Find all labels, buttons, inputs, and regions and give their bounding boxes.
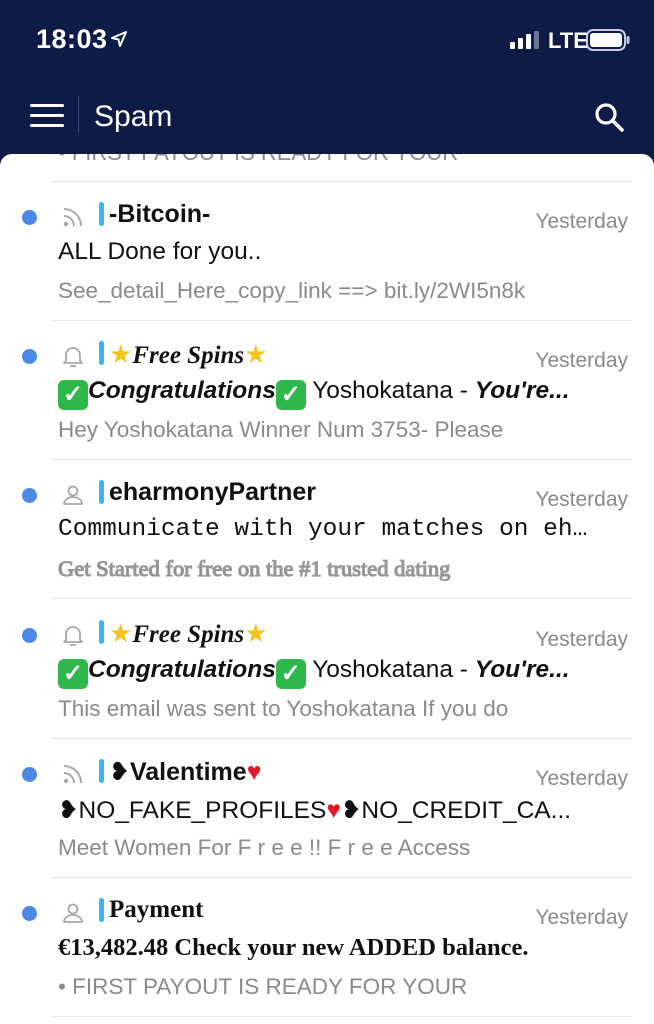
star-icon: ★ (244, 618, 268, 648)
email-subject: ALL Done for you.. (58, 238, 262, 265)
signal-bars-icon (510, 31, 539, 49)
heart-bullet-icon: ❥ (340, 797, 362, 824)
heart-bullet-icon: ❥ (109, 758, 130, 786)
email-row[interactable]: eharmonyPartner Yesterday Communicate wi… (0, 460, 654, 599)
sender-color-bar (99, 620, 104, 644)
star-icon: ★ (244, 339, 268, 369)
email-preview: Hey Yoshokatana Winner Num 3753- Please (58, 417, 504, 442)
unread-dot (22, 906, 37, 921)
email-subject: ✓ Congratulations ✓ Yoshokatana - You're..… (58, 656, 598, 689)
search-icon[interactable] (594, 102, 624, 132)
email-date: Yesterday (535, 349, 628, 372)
network-type: LTE (548, 28, 588, 53)
red-heart-icon: ♥ (326, 797, 341, 824)
email-date: Yesterday (535, 628, 628, 651)
email-row[interactable]: ❥Valentime♥ Yesterday ❥NO_FAKE_PROFILES♥… (0, 739, 654, 878)
unread-dot (22, 488, 37, 503)
sender-color-bar (99, 341, 104, 365)
star-icon: ★ (109, 618, 133, 648)
status-time: 18:03 (36, 24, 108, 54)
email-subject: €13,482.48 Check your new ADDED balance. (58, 934, 529, 961)
email-subject: Communicate with your matches on eharm..… (58, 516, 598, 543)
red-heart-icon: ♥ (246, 758, 262, 786)
email-subject: ✓ Congratulations ✓ Yoshokatana - You're..… (58, 377, 598, 410)
email-preview: This email was sent to Yoshokatana If yo… (58, 696, 509, 721)
divider (52, 598, 632, 599)
sender-color-bar (99, 898, 104, 922)
check-mark-icon: ✓ (275, 659, 306, 689)
unread-dot (22, 349, 37, 364)
email-row[interactable]: Payment Yesterday €13,482.48 Check your … (0, 878, 654, 1017)
email-row[interactable]: -Bitcoin- Yesterday ALL Done for you.. S… (0, 182, 654, 321)
bell-icon (63, 347, 83, 367)
email-list: • FIRST PAYOUT IS READY FOR YOUR -Bitcoi… (0, 154, 654, 1024)
heart-bullet-icon: ❥ (58, 797, 79, 824)
unread-dot (22, 767, 37, 782)
nav-divider (78, 96, 79, 132)
nav-bar: Spam (0, 82, 654, 154)
sender-color-bar (99, 759, 104, 783)
email-preview: Meet Women For F r e e !! F r e e Access (58, 835, 471, 860)
person-icon (63, 485, 83, 505)
email-date: Yesterday (535, 488, 628, 511)
email-row[interactable]: ★Free Spins★ Yesterday ✓ Congratulations ✓… (0, 600, 654, 739)
email-date: Yesterday (535, 210, 628, 233)
email-preview: Get Started for free on the #1 trusted d… (58, 556, 451, 582)
email-date: Yesterday (535, 767, 628, 790)
hamburger-menu-icon[interactable] (30, 102, 64, 130)
bell-icon (63, 626, 83, 646)
rss-icon (63, 765, 82, 784)
star-icon: ★ (109, 339, 133, 369)
email-row[interactable]: ★Free Spins★ Yesterday ✓ Congratulations ✓… (0, 321, 654, 460)
status-bar: 18:03 LTE (0, 0, 654, 82)
sender-color-bar (99, 202, 104, 226)
sender-name: Payment (109, 896, 204, 923)
sender-name: -Bitcoin- (109, 200, 211, 228)
sender-color-bar (99, 480, 104, 504)
unread-dot (22, 628, 37, 643)
sender-name: ❥Valentime♥ (109, 758, 262, 786)
person-icon (63, 903, 83, 923)
check-mark-icon: ✓ (58, 659, 88, 689)
email-preview: See_detail_Here_copy_link ==> bit.ly/2WI… (58, 278, 526, 303)
unread-dot (22, 210, 37, 225)
sender-name: eharmonyPartner (109, 478, 317, 506)
email-preview: • FIRST PAYOUT IS READY FOR YOUR (58, 974, 468, 999)
sender-name: ★Free Spins★ (109, 339, 268, 369)
email-subject: ❥NO_FAKE_PROFILES♥❥NO_CREDIT_CA... (58, 797, 572, 824)
email-date: Yesterday (535, 906, 628, 929)
sender-name: ★Free Spins★ (109, 618, 268, 648)
previous-item-preview: • FIRST PAYOUT IS READY FOR YOUR (58, 154, 458, 166)
location-arrow-icon (111, 31, 127, 47)
check-mark-icon: ✓ (275, 380, 306, 410)
check-mark-icon: ✓ (58, 380, 88, 410)
divider (52, 1016, 632, 1017)
rss-icon (63, 208, 82, 227)
page-title: Spam (94, 100, 173, 133)
battery-icon (586, 29, 630, 51)
